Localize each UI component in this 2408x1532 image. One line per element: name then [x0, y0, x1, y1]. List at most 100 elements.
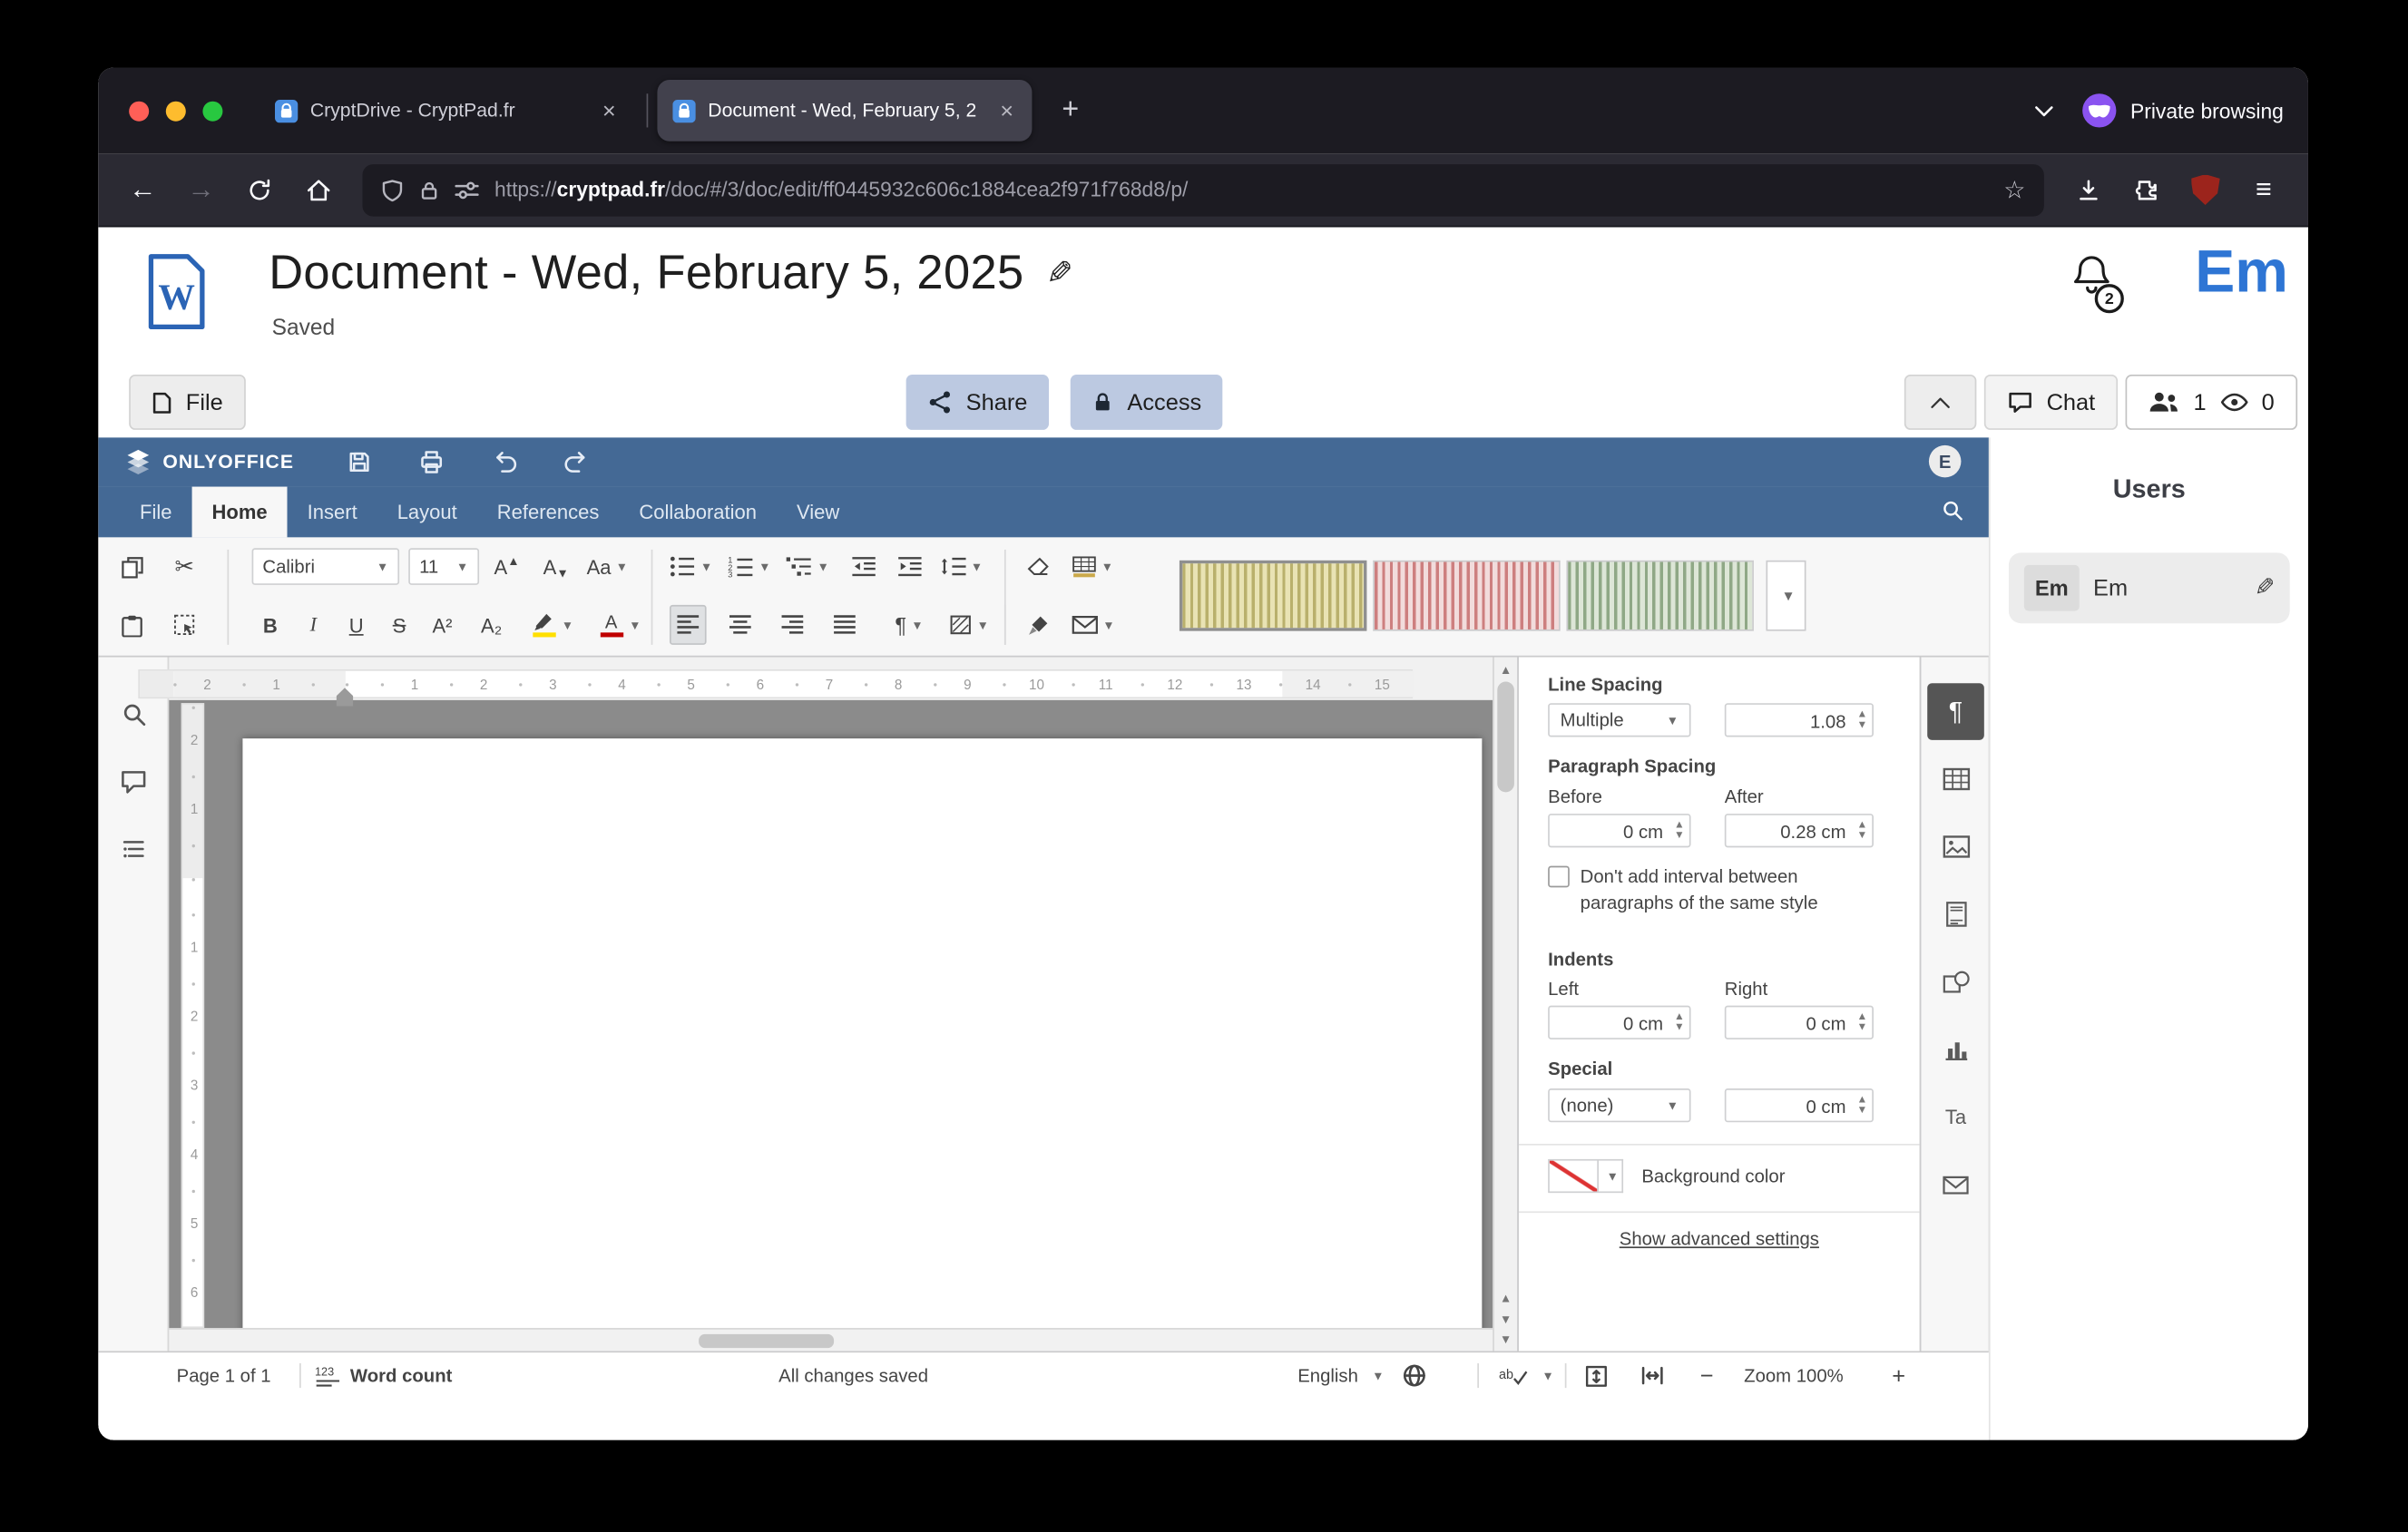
forward-icon[interactable]: →	[175, 163, 228, 216]
decrease-indent-icon[interactable]	[845, 547, 882, 587]
back-icon[interactable]: ←	[117, 163, 170, 216]
search-icon[interactable]	[113, 692, 155, 735]
spin-down-icon[interactable]: ▼	[1856, 831, 1867, 842]
fit-page-icon[interactable]	[1585, 1352, 1608, 1399]
image-settings-icon[interactable]	[1927, 818, 1984, 875]
horizontal-ruler[interactable]: 21123456789101112131415	[138, 669, 1413, 698]
paragraph-settings-icon[interactable]: ¶	[1927, 683, 1984, 740]
increase-font-icon[interactable]: A▲	[488, 547, 525, 587]
change-case-icon[interactable]: Aa▼	[587, 547, 628, 587]
collaborator-badge[interactable]: E	[1929, 445, 1962, 478]
headerfooter-settings-icon[interactable]	[1927, 886, 1984, 943]
mail-merge-icon[interactable]: ▼	[1072, 605, 1114, 645]
tab-cryptdrive[interactable]: CryptDrive - CryptPad.fr ×	[259, 80, 634, 141]
style-preview-normal[interactable]	[1180, 561, 1366, 631]
textart-settings-icon[interactable]: Ta	[1927, 1088, 1984, 1146]
menu-references[interactable]: References	[477, 487, 620, 538]
search-icon[interactable]	[1941, 499, 1963, 522]
spacing-before-spinner[interactable]: 0 cm ▲ ▼	[1548, 814, 1690, 847]
maximize-window-button[interactable]	[202, 101, 222, 121]
style-gallery-expand-icon[interactable]: ▼	[1766, 561, 1806, 631]
shape-settings-icon[interactable]	[1927, 953, 1984, 1010]
horizontal-scrollbar[interactable]	[169, 1328, 1493, 1351]
print-icon[interactable]	[408, 447, 455, 478]
previous-page-icon[interactable]: ▲	[1494, 1291, 1517, 1304]
edit-name-pencil-icon[interactable]: ✎	[2254, 572, 2275, 603]
indent-right-spinner[interactable]: 0 cm ▲ ▼	[1725, 1006, 1874, 1039]
style-preview-heading[interactable]	[1373, 561, 1560, 631]
menu-insert[interactable]: Insert	[288, 487, 377, 538]
select-all-icon[interactable]	[166, 605, 203, 645]
spin-down-icon[interactable]: ▼	[1856, 1022, 1867, 1033]
copy-icon[interactable]	[113, 547, 151, 587]
copy-style-icon[interactable]	[1020, 605, 1057, 645]
page-indicator[interactable]: Page 1 of 1	[177, 1352, 271, 1399]
share-button[interactable]: Share	[906, 375, 1049, 430]
access-button[interactable]: Access	[1071, 375, 1223, 430]
user-list-item[interactable]: Em Em ✎	[2009, 552, 2290, 623]
extensions-icon[interactable]	[2120, 163, 2173, 216]
style-preview-heading2[interactable]	[1566, 561, 1753, 631]
new-tab-button[interactable]: +	[1047, 87, 1093, 133]
ublock-icon[interactable]	[2179, 163, 2232, 216]
paste-icon[interactable]	[113, 605, 151, 645]
spin-down-icon[interactable]: ▼	[1674, 1022, 1685, 1033]
home-icon[interactable]	[292, 163, 345, 216]
superscript-icon[interactable]: A²	[424, 605, 461, 645]
zoom-out-button[interactable]: −	[1700, 1352, 1714, 1399]
next-page-icon[interactable]: ▼	[1494, 1312, 1517, 1326]
permissions-icon[interactable]	[455, 179, 479, 200]
word-count-button[interactable]: 123 Word count	[315, 1352, 452, 1399]
menu-collaboration[interactable]: Collaboration	[619, 487, 777, 538]
close-tab-icon[interactable]: ×	[600, 97, 620, 123]
document-page[interactable]	[242, 738, 1482, 1328]
decrease-font-icon[interactable]: A▼	[537, 547, 574, 587]
highlight-color-caret-icon[interactable]: ▼	[556, 605, 574, 645]
account-avatar[interactable]: Em	[2195, 239, 2288, 307]
nonprinting-characters-icon[interactable]: ¶▼	[891, 605, 928, 645]
notifications-button[interactable]: 2	[2069, 252, 2133, 319]
scroll-down-icon[interactable]: ▼	[1494, 1332, 1517, 1346]
file-menu-button[interactable]: File	[129, 375, 246, 430]
bullets-icon[interactable]: ▼	[670, 547, 712, 587]
special-spinner[interactable]: 0 cm ▲ ▼	[1725, 1088, 1874, 1122]
vertical-scroll-thumb[interactable]	[1497, 682, 1514, 793]
justify-icon[interactable]	[827, 605, 864, 645]
url-bar[interactable]: https://cryptpad.fr/doc/#/3/doc/edit/ff0…	[362, 163, 2043, 216]
redo-icon[interactable]	[553, 447, 599, 478]
navigation-icon[interactable]	[113, 827, 155, 870]
bookmark-star-icon[interactable]: ☆	[2003, 174, 2025, 205]
tab-document[interactable]: Document - Wed, February 5, 2 ×	[657, 80, 1032, 141]
spin-up-icon[interactable]: ▲	[1674, 1011, 1685, 1022]
spin-up-icon[interactable]: ▲	[1856, 1095, 1867, 1106]
reload-icon[interactable]	[233, 163, 286, 216]
align-center-icon[interactable]	[722, 605, 759, 645]
table-settings-icon[interactable]	[1927, 751, 1984, 808]
list-all-tabs-icon[interactable]	[2033, 103, 2055, 117]
menu-layout[interactable]: Layout	[377, 487, 477, 538]
lock-icon[interactable]	[419, 179, 439, 200]
spin-up-icon[interactable]: ▲	[1856, 820, 1867, 831]
chart-settings-icon[interactable]	[1927, 1021, 1984, 1078]
align-left-icon[interactable]	[670, 605, 707, 645]
comments-icon[interactable]	[113, 760, 155, 803]
members-button[interactable]: 1 0	[2126, 375, 2297, 430]
indent-left-spinner[interactable]: 0 cm ▲ ▼	[1548, 1006, 1690, 1039]
horizontal-scroll-thumb[interactable]	[699, 1334, 834, 1348]
language-select[interactable]: English▼	[1297, 1352, 1384, 1399]
show-advanced-settings-link[interactable]: Show advanced settings	[1519, 1228, 1920, 1250]
clear-style-icon[interactable]	[1020, 547, 1057, 587]
document-canvas[interactable]	[169, 700, 1493, 1328]
subscript-icon[interactable]: A₂	[473, 605, 510, 645]
increase-indent-icon[interactable]	[891, 547, 928, 587]
line-spacing-spinner[interactable]: 1.08 ▲ ▼	[1725, 703, 1874, 737]
background-color-swatch[interactable]	[1548, 1159, 1599, 1193]
spin-up-icon[interactable]: ▲	[1856, 1011, 1867, 1022]
spin-up-icon[interactable]: ▲	[1856, 709, 1867, 720]
document-language-icon[interactable]	[1402, 1352, 1426, 1399]
font-color-caret-icon[interactable]: ▼	[623, 605, 641, 645]
close-tab-icon[interactable]: ×	[997, 97, 1017, 123]
cell-shading-icon[interactable]: ▼	[1072, 547, 1113, 587]
rename-pencil-icon[interactable]: ✎	[1045, 254, 1072, 292]
zoom-in-button[interactable]: +	[1892, 1352, 1905, 1399]
